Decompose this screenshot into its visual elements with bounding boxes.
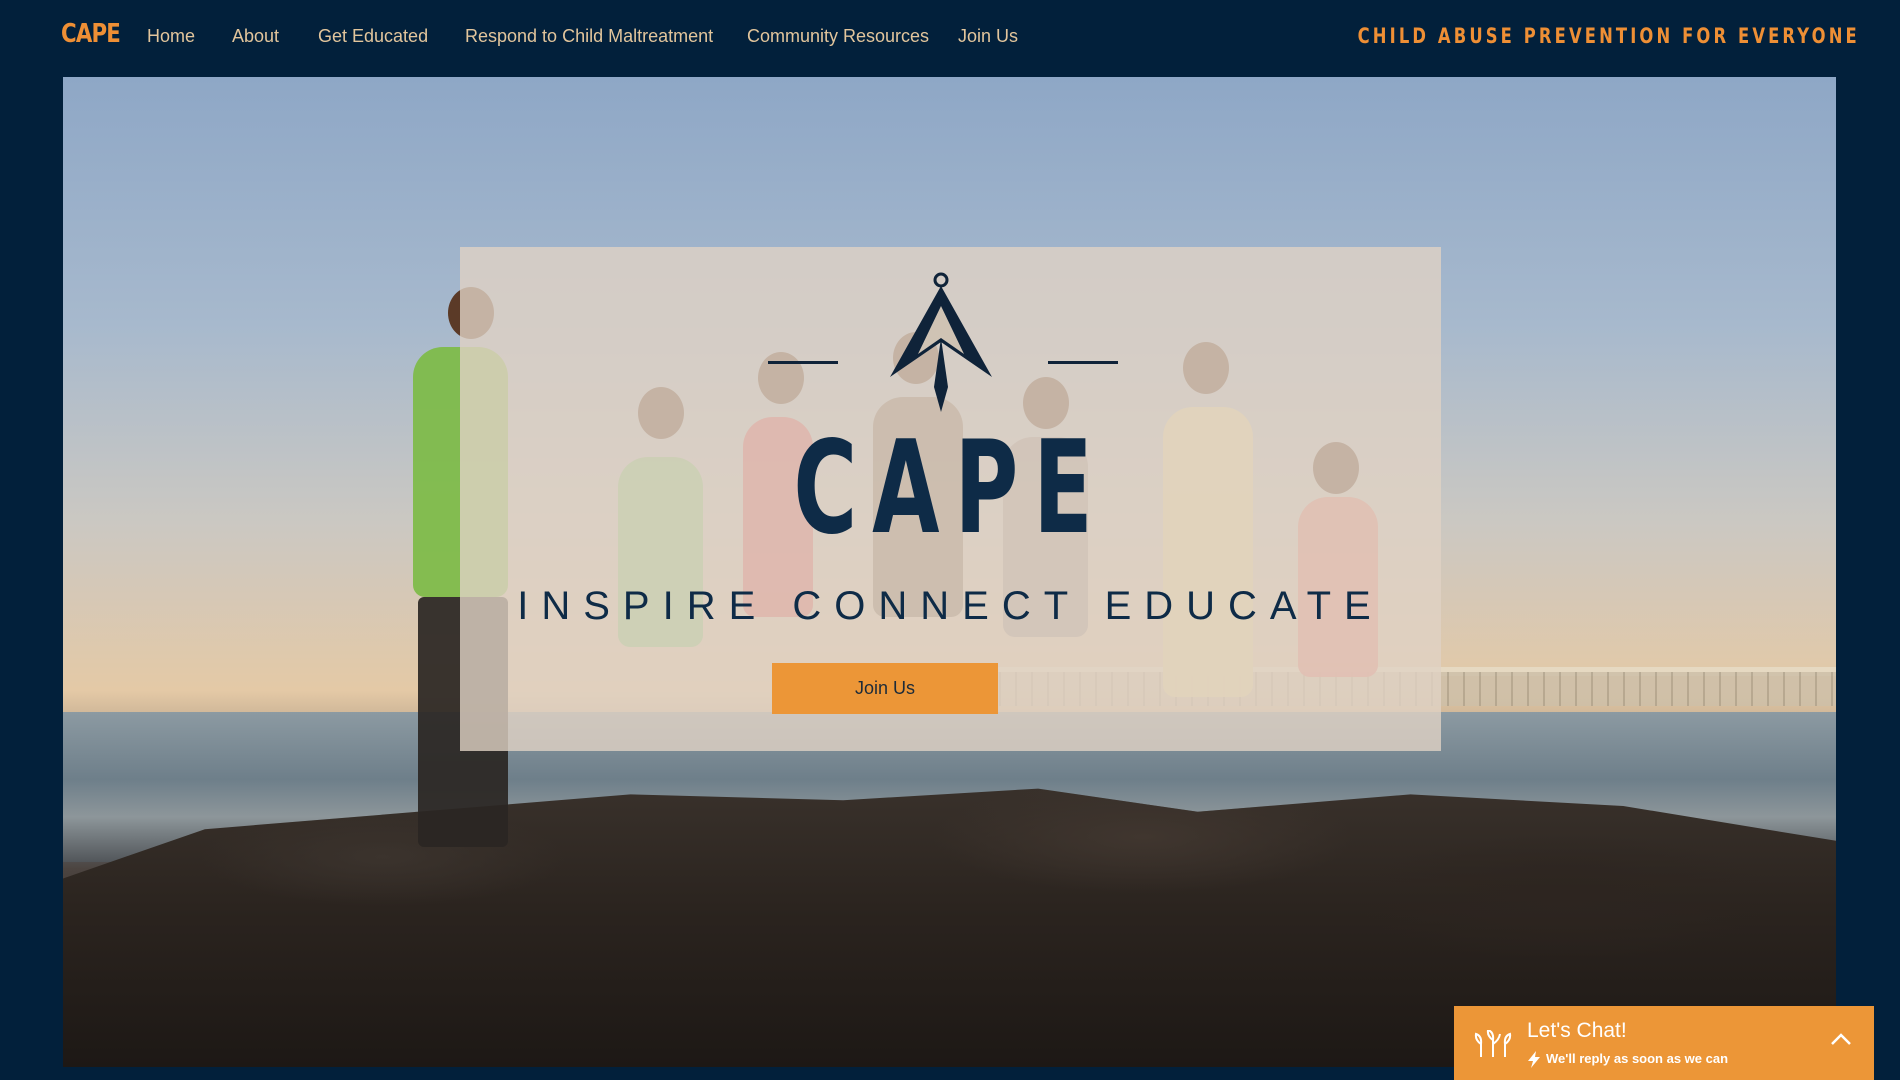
compass-arrow-icon — [890, 272, 992, 412]
logo-line-right — [1048, 361, 1118, 364]
chat-widget[interactable]: Let's Chat! We'll reply as soon as we ca… — [1454, 1006, 1874, 1080]
logo-line-left — [768, 361, 838, 364]
chat-subtitle: We'll reply as soon as we can — [1546, 1051, 1729, 1066]
chat-title: Let's Chat! — [1527, 1019, 1627, 1042]
hero-section: CAPE INSPIRE CONNECT EDUCATE — [63, 77, 1836, 1067]
hero-title: CAPE — [793, 414, 1108, 563]
site-header: CAPE Home About Get Educated Respond to … — [0, 0, 1900, 77]
nav-about[interactable]: About — [232, 26, 279, 47]
join-us-button[interactable]: Join Us — [772, 663, 998, 714]
nav-respond-child-maltreatment[interactable]: Respond to Child Maltreatment — [465, 26, 713, 47]
plant-sprouts-icon — [1474, 1030, 1512, 1057]
site-tagline: CHILD ABUSE PREVENTION FOR EVERYONE — [1357, 24, 1860, 48]
nav-home[interactable]: Home — [147, 26, 195, 47]
lightning-bolt-icon — [1528, 1051, 1540, 1068]
hero-subtitle: INSPIRE CONNECT EDUCATE — [517, 584, 1384, 628]
site-logo-text[interactable]: CAPE — [61, 19, 121, 49]
nav-community-resources[interactable]: Community Resources — [747, 26, 929, 47]
chevron-up-icon[interactable] — [1830, 1032, 1852, 1046]
nav-join-us[interactable]: Join Us — [958, 26, 1018, 47]
nav-get-educated[interactable]: Get Educated — [318, 26, 428, 47]
